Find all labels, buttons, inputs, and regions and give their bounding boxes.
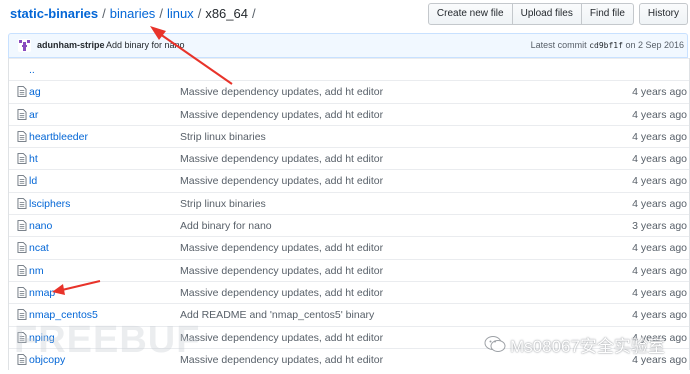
latest-commit-label: Latest commit [530,40,587,50]
breadcrumb-separator: / [197,6,202,21]
breadcrumb-trailing-separator: / [251,6,256,21]
latest-commit-info: Latest commit cd9bf1f on 2 Sep 2016 [531,40,684,50]
file-navigation: static-binaries / binaries / linux / x86_64/ C… [0,0,690,30]
breadcrumb: static-binaries / binaries / linux / x86_64/ [10,6,260,21]
file-icon [17,153,27,165]
wechat-watermark: Ms08067安全实验室 [484,332,665,356]
file-commit-message-link[interactable]: Massive dependency updates, add ht edito… [180,287,383,299]
file-name-link[interactable]: nm [29,265,44,277]
file-commit-message-link[interactable]: Add binary for nano [180,220,272,232]
commit-sha-link[interactable]: cd9bf1f [589,41,623,50]
history-button[interactable]: History [638,3,688,25]
author-avatar[interactable] [18,39,31,52]
file-name-link[interactable]: ncat [29,242,49,254]
file-name-link[interactable]: nmap [29,287,55,299]
file-row[interactable]: nm Massive dependency updates, add ht edi… [9,258,689,281]
file-name-link[interactable]: heartbleeder [29,131,88,143]
file-icon [17,108,27,120]
file-age: 4 years ago [632,242,687,255]
file-age: 4 years ago [632,309,687,322]
parent-directory-link[interactable]: .. [29,64,35,76]
commit-date: on 2 Sep 2016 [625,40,684,50]
breadcrumb-binaries-link[interactable]: binaries [110,6,156,21]
file-row[interactable]: lsciphers Strip linux binaries 4 years ago [9,191,689,214]
create-new-file-button[interactable]: Create new file [427,3,513,25]
file-age: 3 years ago [632,220,687,233]
file-age: 4 years ago [632,86,687,99]
parent-directory-row[interactable]: .. [9,58,689,80]
file-row[interactable]: heartbleeder Strip linux binaries 4 years … [9,124,689,147]
file-commit-message-link[interactable]: Massive dependency updates, add ht edito… [180,86,383,98]
file-icon [17,287,27,298]
latest-commit-bar: adunham-stripe Add binary for nano Lates… [8,33,688,58]
file-row[interactable]: nmap Massive dependency updates, add ht e… [9,280,689,303]
file-name-link[interactable]: nano [29,220,52,232]
file-name-link[interactable]: ar [29,109,38,121]
file-name-link[interactable]: ag [29,86,41,98]
freebuf-watermark: FREEBUF [14,319,201,361]
file-icon [17,197,27,209]
file-age: 4 years ago [632,153,687,166]
file-age: 4 years ago [632,264,687,277]
wechat-watermark-text: Ms08067安全实验室 [510,336,665,356]
file-icon [17,86,27,98]
upload-files-button[interactable]: Upload files [511,3,582,25]
find-file-button[interactable]: Find file [580,3,634,25]
file-name-link[interactable]: ht [29,153,38,165]
file-commit-message-link[interactable]: Add README and 'nmap_centos5' binary [180,309,374,321]
file-row[interactable]: ld Massive dependency updates, add ht edi… [9,169,689,191]
file-commit-message-link[interactable]: Massive dependency updates, add ht edito… [180,175,383,187]
file-row[interactable]: ht Massive dependency updates, add ht edi… [9,147,689,169]
breadcrumb-repo-link[interactable]: static-binaries [10,6,98,21]
file-name-link[interactable]: ld [29,175,37,187]
breadcrumb-current: x86_64 [205,6,248,21]
file-commit-message-link[interactable]: Strip linux binaries [180,198,266,210]
file-row[interactable]: ar Massive dependency updates, add ht edi… [9,102,689,125]
file-commit-message-link[interactable]: Strip linux binaries [180,131,266,143]
breadcrumb-separator: / [102,6,106,21]
file-actions: Create new file Upload files Find file H… [427,3,688,25]
file-age: 4 years ago [632,108,687,121]
file-age: 4 years ago [632,130,687,143]
file-commit-message-link[interactable]: Massive dependency updates, add ht edito… [180,332,383,344]
file-row[interactable]: ncat Massive dependency updates, add ht e… [9,236,689,258]
file-row[interactable]: ag Massive dependency updates, add ht edi… [9,80,689,102]
file-icon [17,220,27,231]
file-age: 4 years ago [632,197,687,210]
file-age: 4 years ago [632,286,687,299]
file-row[interactable]: nano Add binary for nano 3 years ago [9,214,689,236]
file-icon [17,264,27,276]
file-name-link[interactable]: lsciphers [29,198,70,210]
file-icon [17,242,27,254]
breadcrumb-linux-link[interactable]: linux [167,6,194,21]
file-icon [17,175,27,187]
file-commit-message-link[interactable]: Massive dependency updates, add ht edito… [180,354,383,366]
file-commit-message-link[interactable]: Massive dependency updates, add ht edito… [180,242,383,254]
file-icon [17,130,27,142]
file-commit-message-link[interactable]: Massive dependency updates, add ht edito… [180,109,383,121]
file-commit-message-link[interactable]: Massive dependency updates, add ht edito… [180,153,383,165]
commit-message-link[interactable]: Add binary for nano [106,40,185,50]
breadcrumb-separator: / [159,6,163,21]
file-age: 4 years ago [632,175,687,188]
commit-author-link[interactable]: adunham-stripe [37,40,105,50]
file-commit-message-link[interactable]: Massive dependency updates, add ht edito… [180,265,383,277]
wechat-icon [484,336,506,352]
